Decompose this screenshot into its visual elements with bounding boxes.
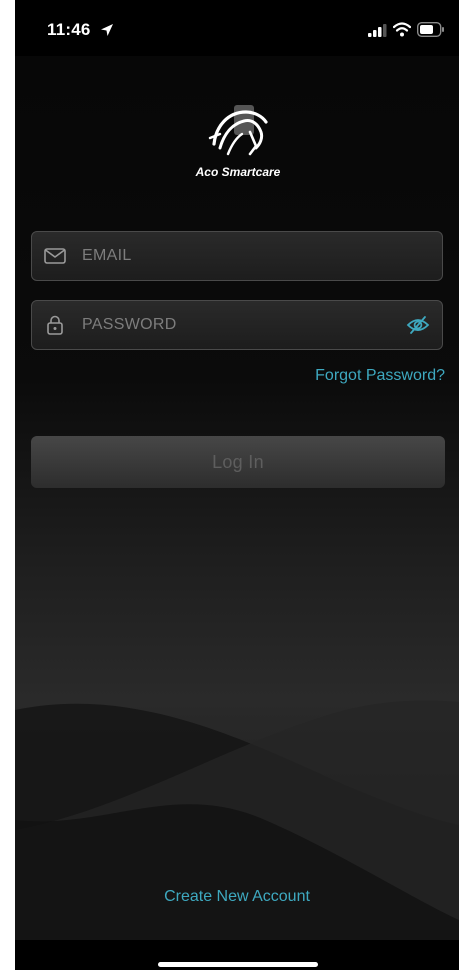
lock-icon (47, 315, 63, 335)
location-arrow-icon (101, 24, 113, 36)
home-indicator[interactable] (158, 962, 318, 967)
envelope-icon (44, 248, 66, 264)
brand-name: Aco Smartcare (195, 165, 281, 179)
password-input[interactable] (82, 301, 382, 349)
eye-slash-icon[interactable] (406, 314, 430, 336)
forgot-password-link[interactable]: Forgot Password? (315, 367, 445, 385)
status-bar: 11:46 (15, 0, 459, 56)
login-button[interactable]: Log In (31, 436, 445, 488)
horse-head-icon (208, 105, 268, 156)
create-account-link[interactable]: Create New Account (15, 888, 459, 906)
battery-icon (417, 22, 444, 37)
cellular-signal-icon (368, 24, 387, 37)
wifi-icon (393, 22, 411, 37)
app-screen: 11:46 Aco Smartcare EMAIL Forgot Passwor… (15, 0, 459, 970)
password-field[interactable] (31, 300, 443, 350)
email-field[interactable] (31, 231, 443, 281)
status-time: 11:46 (47, 20, 91, 39)
email-input[interactable] (82, 232, 382, 280)
